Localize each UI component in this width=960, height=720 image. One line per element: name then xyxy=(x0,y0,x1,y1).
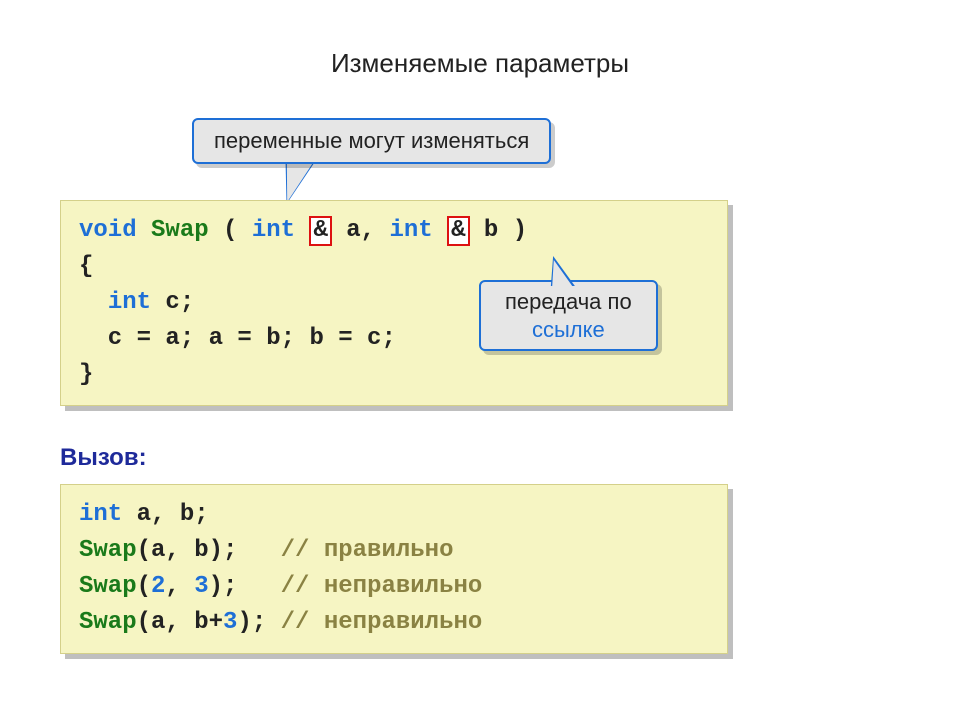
keyword-int: int xyxy=(79,501,122,528)
assign-line: c = a; a = b; b = c; xyxy=(79,325,396,352)
brace-open: { xyxy=(79,253,93,280)
callout-right-line1: передача по xyxy=(505,289,632,314)
function-name: Swap xyxy=(151,217,209,244)
call1-comment: // правильно xyxy=(281,537,454,564)
param-a: a, xyxy=(332,217,390,244)
brace-close: } xyxy=(79,361,93,388)
callout-pointer xyxy=(273,160,315,202)
call-label: Вызов: xyxy=(60,444,147,472)
code-block-call-examples: int a, b; Swap(a, b); // правильно Swap(… xyxy=(60,484,728,654)
callout-top-text: переменные могут изменяться xyxy=(214,128,529,153)
call1-args: (a, b); xyxy=(137,537,281,564)
call2-comment: // неправильно xyxy=(281,573,483,600)
keyword-void: void xyxy=(79,217,137,244)
param-b: b ) xyxy=(470,217,528,244)
call1-fn: Swap xyxy=(79,537,137,564)
call3-num: 3 xyxy=(223,609,237,636)
call2-open: ( xyxy=(137,573,151,600)
slide-title: Изменяемые параметры xyxy=(0,48,960,79)
call3-fn: Swap xyxy=(79,609,137,636)
call2-close: ); xyxy=(209,573,281,600)
call3-comment: // неправильно xyxy=(281,609,483,636)
decl-ab: a, b; xyxy=(122,501,208,528)
callout-pass-by-reference: передача по ссылке xyxy=(479,280,658,351)
ampersand-box: & xyxy=(447,216,469,246)
call2-num1: 2 xyxy=(151,573,165,600)
keyword-int: int xyxy=(389,217,432,244)
ampersand-box: & xyxy=(309,216,331,246)
call3-args-a: (a, b+ xyxy=(137,609,223,636)
callout-variables-can-change: переменные могут изменяться xyxy=(192,118,551,164)
call3-args-b: ); xyxy=(237,609,280,636)
decl-c: c; xyxy=(151,289,194,316)
call2-num2: 3 xyxy=(194,573,208,600)
keyword-int: int xyxy=(252,217,295,244)
callout-right-line2: ссылке xyxy=(532,317,605,342)
call2-sep: , xyxy=(165,573,194,600)
call2-fn: Swap xyxy=(79,573,137,600)
paren-open: ( xyxy=(209,217,252,244)
keyword-int: int xyxy=(108,289,151,316)
